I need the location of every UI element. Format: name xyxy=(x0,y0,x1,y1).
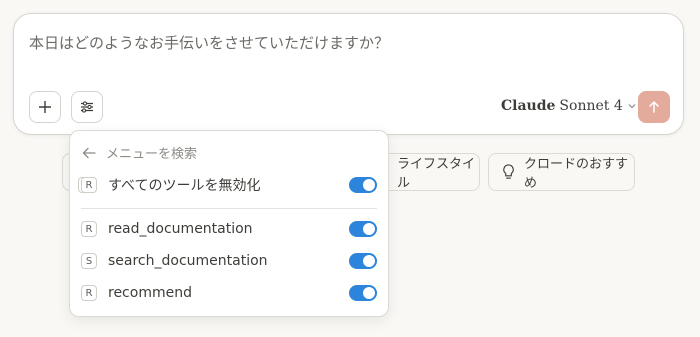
disable-all-toggle[interactable] xyxy=(349,177,377,193)
disable-all-tools-row[interactable]: R すべてのツールを無効化 xyxy=(81,173,377,197)
tool-label: search_documentation xyxy=(108,253,268,269)
menu-search-input[interactable]: メニューを検索 xyxy=(106,143,197,162)
tools-menu: メニューを検索 R すべてのツールを無効化 R read_documentati… xyxy=(69,130,389,317)
tool-badge: R xyxy=(81,285,97,301)
tool-label: read_documentation xyxy=(108,221,253,237)
sliders-icon xyxy=(81,101,93,113)
arrow-left-icon xyxy=(82,147,96,158)
tool-row-recommend[interactable]: R recommend xyxy=(81,281,377,305)
chevron-down-icon xyxy=(628,104,636,109)
tool-row-search-documentation[interactable]: S search_documentation xyxy=(81,249,377,273)
tool-badge: R xyxy=(81,177,97,193)
tool-badge: R xyxy=(81,221,97,237)
disable-all-label: すべてのツールを無効化 xyxy=(108,178,261,194)
chip-label: クロードのおすすめ xyxy=(524,157,629,191)
chip-label: ライフスタイル xyxy=(397,157,476,191)
menu-divider xyxy=(81,208,377,209)
menu-search[interactable]: メニューを検索 xyxy=(82,143,197,162)
prompt-input[interactable]: 本日はどのようなお手伝いをさせていただけますか？ xyxy=(29,32,389,53)
arrow-up-icon xyxy=(649,101,659,113)
send-button[interactable] xyxy=(638,91,670,123)
tool-toggle[interactable] xyxy=(349,253,377,269)
add-attachment-button[interactable] xyxy=(29,91,61,123)
tools-button[interactable] xyxy=(71,91,103,123)
tool-label: recommend xyxy=(108,285,192,301)
lightbulb-icon xyxy=(503,164,514,179)
chat-composer: 本日はどのようなお手伝いをさせていただけますか？ Claude Sonnet 4 xyxy=(13,13,684,135)
model-brand: Claude xyxy=(501,98,556,114)
suggestion-chip-lifestyle[interactable]: ライフスタイル xyxy=(375,153,480,191)
tool-badge: S xyxy=(81,253,97,269)
tool-toggle[interactable] xyxy=(349,221,377,237)
tool-toggle[interactable] xyxy=(349,285,377,301)
suggestion-chip-claude-recommends[interactable]: クロードのおすすめ xyxy=(488,153,635,191)
model-selector[interactable]: Claude Sonnet 4 xyxy=(501,98,637,114)
model-version: Sonnet 4 xyxy=(559,98,623,114)
plus-icon xyxy=(39,101,51,113)
tool-row-read-documentation[interactable]: R read_documentation xyxy=(81,217,377,241)
